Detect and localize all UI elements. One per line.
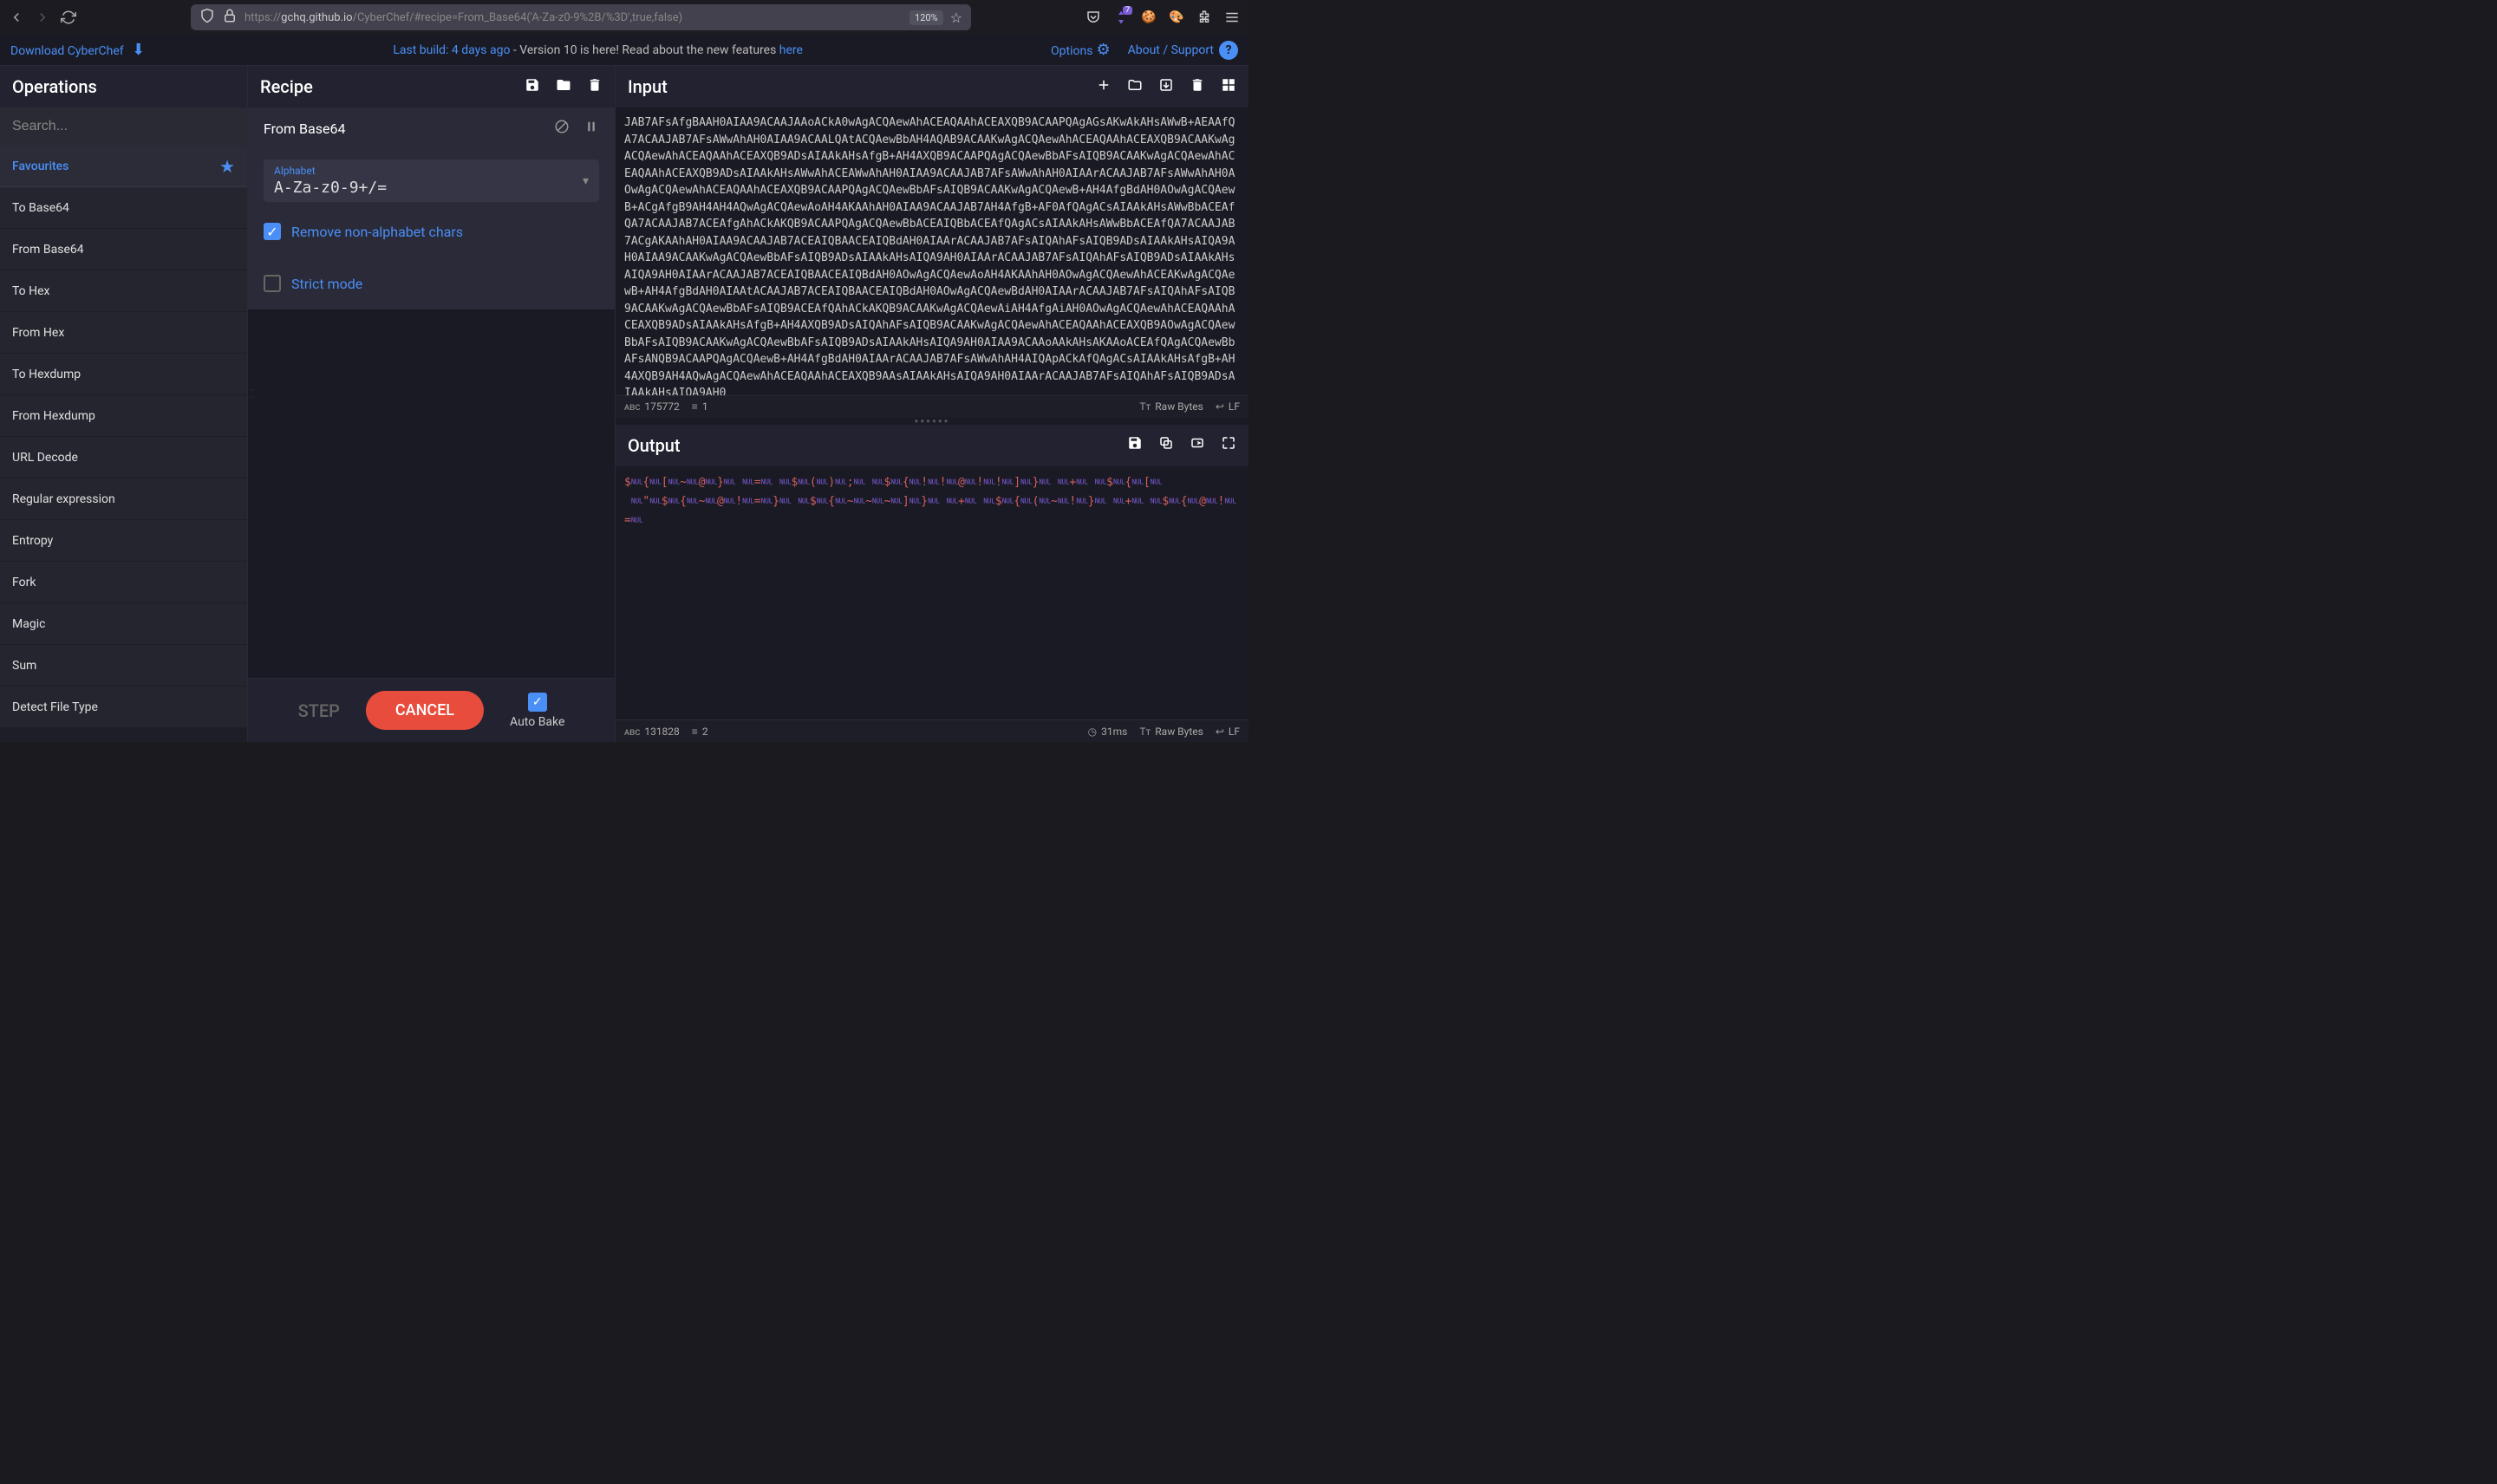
resize-handle[interactable]: ⋮⋮ <box>248 386 254 400</box>
menu-icon[interactable] <box>1224 10 1240 25</box>
options-link[interactable]: Options <box>1051 44 1092 58</box>
breakpoint-icon[interactable] <box>584 119 599 138</box>
remove-chars-checkbox[interactable]: ✓ <box>264 223 281 240</box>
move-output-to-input-icon[interactable] <box>1190 435 1205 455</box>
version-banner: Last build: 4 days ago - Version 10 is h… <box>393 43 803 57</box>
copy-output-icon[interactable] <box>1158 435 1174 455</box>
download-link[interactable]: Download CyberChef <box>10 44 124 58</box>
app-icon-3[interactable]: 🎨 <box>1169 10 1184 25</box>
url-text: https://gchq.github.io/CyberChef/#recipe… <box>244 11 903 24</box>
operation-item[interactable]: Detect File Type <box>0 687 247 728</box>
load-recipe-icon[interactable] <box>556 77 571 97</box>
autobake-checkbox[interactable]: ✓ <box>528 693 547 712</box>
alphabet-select[interactable]: Alphabet A-Za-z0-9+/= ▾ <box>264 159 599 202</box>
operation-item[interactable]: Magic <box>0 603 247 645</box>
autobake-label: Auto Bake <box>510 715 564 729</box>
strict-mode-checkbox[interactable] <box>264 275 281 292</box>
here-link[interactable]: here <box>779 43 803 57</box>
operation-item[interactable]: To Hex <box>0 270 247 312</box>
extensions-icon[interactable] <box>1196 10 1212 25</box>
input-char-count: ᴀʙᴄ175772 <box>624 400 680 413</box>
pocket-icon[interactable] <box>1086 10 1101 25</box>
recipe-title: Recipe <box>260 76 313 97</box>
output-text[interactable]: $NUL{NUL[NUL~NUL@NUL}NUL NUL=NUL NUL$NUL… <box>616 466 1248 719</box>
input-title: Input <box>628 76 668 97</box>
help-icon[interactable]: ? <box>1219 41 1238 60</box>
input-text[interactable]: JAB7AFsAfgBAAH0AIAA9ACAAJAAoACkA0wAgACQA… <box>616 107 1248 395</box>
shield-icon <box>199 8 215 27</box>
clear-recipe-icon[interactable] <box>587 77 603 97</box>
input-encoding[interactable]: TтRaw Bytes <box>1139 400 1203 413</box>
operation-item[interactable]: Sum <box>0 645 247 687</box>
output-char-count: ᴀʙᴄ131828 <box>624 726 680 738</box>
star-icon: ★ <box>219 156 235 177</box>
operation-item[interactable]: From Hex <box>0 312 247 354</box>
save-recipe-icon[interactable] <box>525 77 540 97</box>
output-eol[interactable]: ↩LF <box>1216 726 1240 738</box>
input-eol[interactable]: ↩LF <box>1216 400 1240 413</box>
input-line-count: ≡1 <box>692 400 708 413</box>
io-divider[interactable]: ●●●●●● <box>616 418 1248 425</box>
operation-item[interactable]: To Hexdump <box>0 354 247 395</box>
operation-item[interactable]: Fork <box>0 562 247 603</box>
bookmark-star-icon[interactable]: ☆ <box>950 10 962 26</box>
lock-icon <box>222 8 238 27</box>
app-icon-1[interactable]: 7 <box>1113 10 1129 25</box>
operation-item[interactable]: From Base64 <box>0 229 247 270</box>
open-folder-icon[interactable] <box>1127 77 1143 97</box>
operation-item[interactable]: URL Decode <box>0 437 247 478</box>
browser-reload-button[interactable] <box>61 10 76 25</box>
step-button[interactable]: STEP <box>298 700 340 721</box>
cancel-button[interactable]: CANCEL <box>366 691 484 730</box>
gear-icon[interactable]: ⚙ <box>1096 41 1110 59</box>
output-line-count: ≡2 <box>692 726 708 738</box>
operation-item[interactable]: To Base64 <box>0 187 247 229</box>
add-input-tab-icon[interactable] <box>1096 77 1112 97</box>
strict-mode-label: Strict mode <box>291 276 362 292</box>
app-icon-2[interactable]: 🍪 <box>1141 10 1157 25</box>
clear-input-icon[interactable] <box>1190 77 1205 97</box>
open-file-icon[interactable] <box>1158 77 1174 97</box>
operation-item[interactable]: Regular expression <box>0 478 247 520</box>
favourites-header[interactable]: Favourites ★ <box>0 146 247 187</box>
maximize-output-icon[interactable] <box>1221 435 1236 455</box>
output-time: ◷31ms <box>1088 726 1128 738</box>
chevron-down-icon: ▾ <box>583 174 589 188</box>
operation-item[interactable]: Entropy <box>0 520 247 562</box>
operation-item[interactable]: From Hexdump <box>0 395 247 437</box>
search-input[interactable] <box>0 107 247 146</box>
browser-forward-button[interactable] <box>35 10 50 25</box>
remove-chars-label: Remove non-alphabet chars <box>291 224 463 240</box>
download-icon[interactable]: ⬇ <box>132 41 145 59</box>
operations-title: Operations <box>12 76 97 97</box>
disable-op-icon[interactable] <box>554 119 570 138</box>
save-output-icon[interactable] <box>1127 435 1143 455</box>
recipe-op-name: From Base64 <box>264 120 345 137</box>
zoom-badge[interactable]: 120% <box>909 10 943 25</box>
url-bar[interactable]: https://gchq.github.io/CyberChef/#recipe… <box>191 4 971 30</box>
about-link[interactable]: About / Support <box>1128 43 1214 57</box>
output-title: Output <box>628 435 681 456</box>
browser-back-button[interactable] <box>9 10 24 25</box>
reset-layout-icon[interactable] <box>1221 77 1236 97</box>
last-build-link[interactable]: Last build: 4 days ago <box>393 43 510 57</box>
output-encoding[interactable]: TтRaw Bytes <box>1139 726 1203 738</box>
